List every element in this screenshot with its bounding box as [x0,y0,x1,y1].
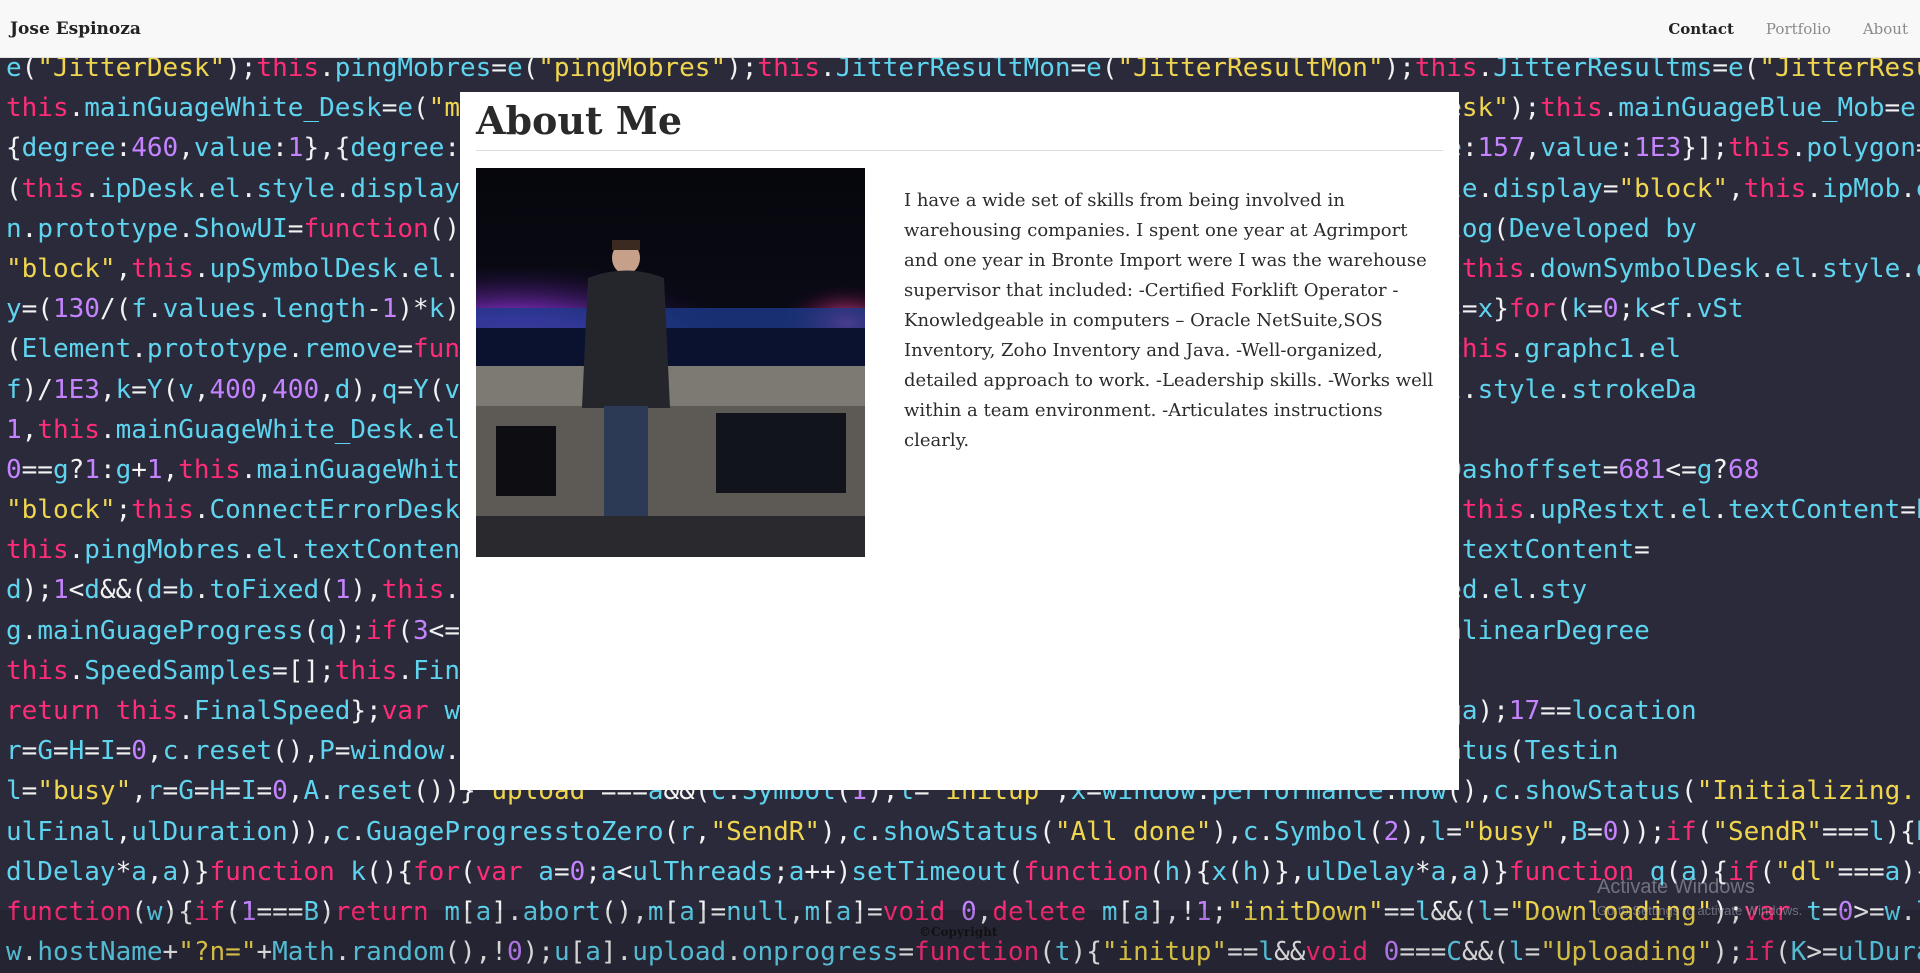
watermark-line-1: Activate Windows [1597,876,1755,898]
brand-name[interactable]: Jose Espinoza [10,19,141,39]
copyright-text: ©Copyright [919,925,998,939]
nav-link-contact[interactable]: Contact [1668,20,1734,38]
watermark-line-2: Go to Settings to activate Windows. [1597,903,1803,918]
nav-links: Contact Portfolio About [1668,20,1910,38]
bottom-band [0,910,1920,973]
profile-photo [476,168,865,557]
navbar: Jose Espinoza Contact Portfolio About [0,0,1920,58]
about-text: I have a wide set of skills from being i… [904,190,1434,451]
nav-link-about[interactable]: About [1863,20,1908,38]
about-card: About Me I have a wide set of skills fro… [460,92,1459,790]
activate-windows-watermark: Activate Windows Go to Settings to activ… [1597,876,1802,918]
profile-photo-image [476,168,865,557]
title-divider [476,150,1443,151]
code-line: ulFinal,ulDuration)),c.GuageProgresstoZe… [6,816,1920,847]
about-title: About Me [476,98,683,143]
nav-link-portfolio[interactable]: Portfolio [1766,20,1831,38]
